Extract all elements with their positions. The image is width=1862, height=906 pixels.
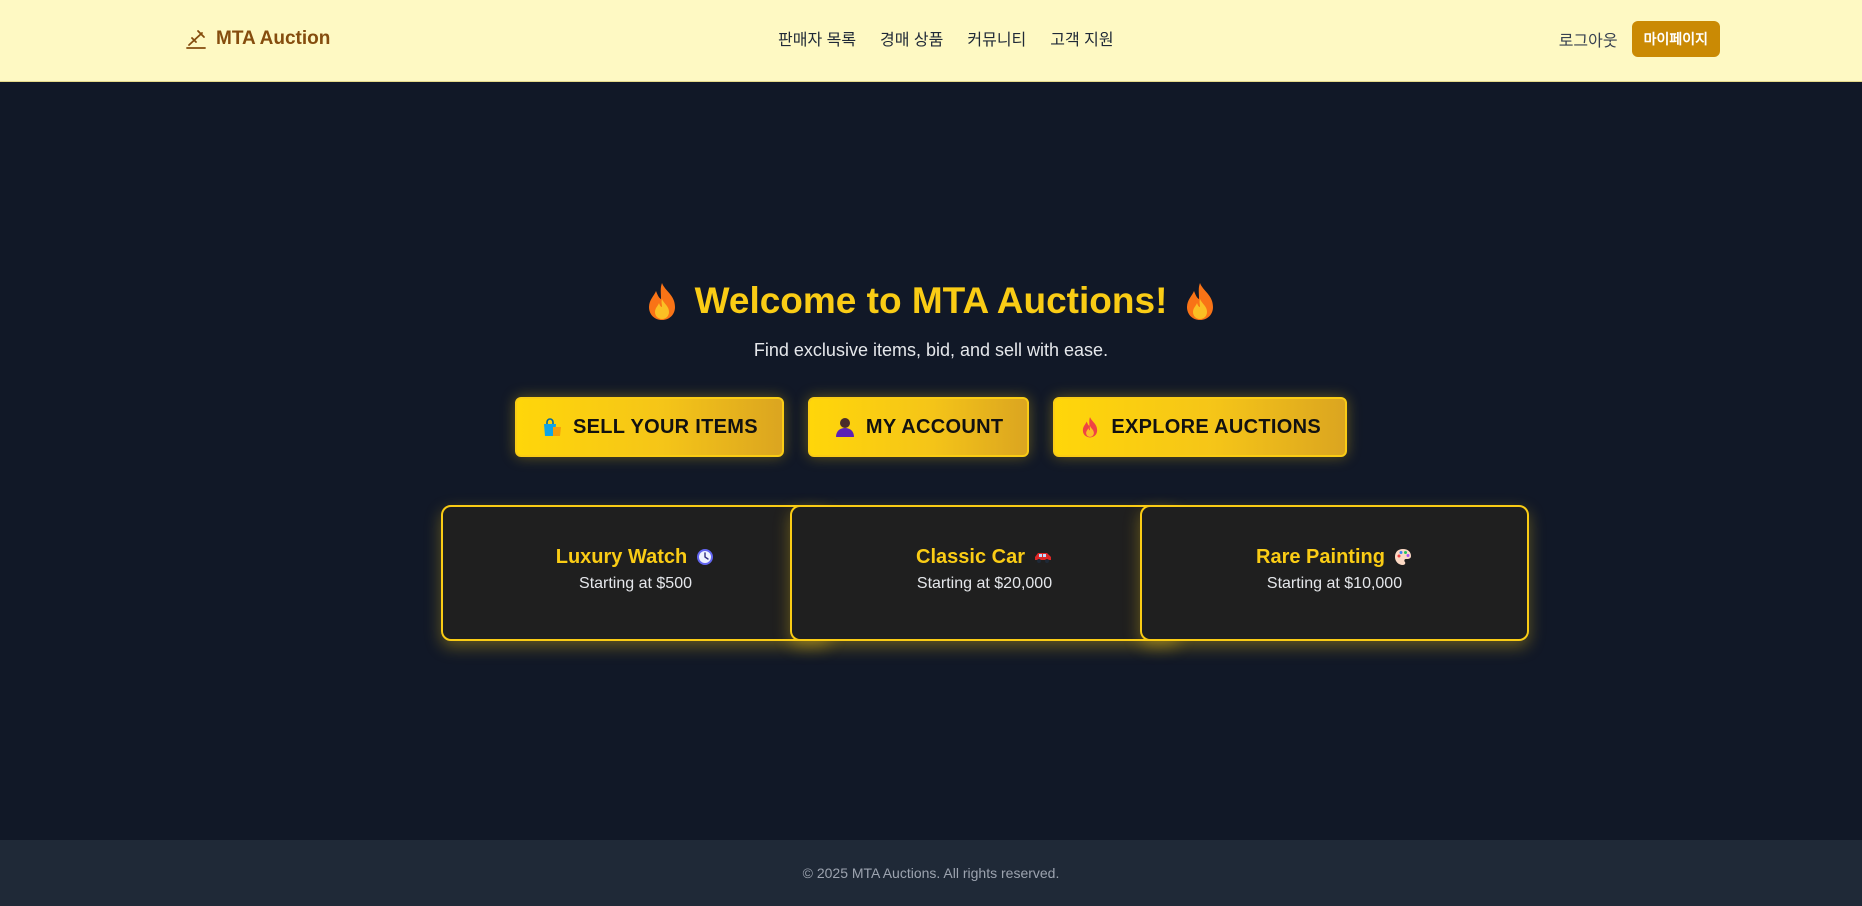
watch-icon	[697, 549, 714, 565]
fire-icon	[1187, 283, 1214, 320]
my-account-label: MY ACCOUNT	[865, 415, 1004, 438]
item-card-title: Luxury Watch	[556, 546, 716, 569]
logout-link[interactable]: 로그아웃	[1553, 27, 1624, 51]
my-account-button[interactable]: MY ACCOUNT	[807, 397, 1030, 457]
explore-auctions-button[interactable]: EXPLORE AUCTIONS	[1053, 397, 1347, 457]
hero-title: Welcome to MTA Auctions!	[0, 274, 1862, 328]
item-card-title-text: Classic Car	[916, 545, 1025, 568]
footer-copyright: © 2025 MTA Auctions. All rights reserved…	[802, 865, 1060, 881]
shopping-bags-icon	[544, 418, 561, 436]
palette-icon	[1394, 549, 1411, 565]
main-nav: 판매자 목록 경매 상품 커뮤니티 고객 지원	[778, 26, 1114, 50]
nav-link-auction-items[interactable]: 경매 상품	[880, 26, 943, 50]
fire-icon	[1083, 417, 1098, 438]
user-icon	[835, 418, 854, 437]
item-card-title: Rare Painting	[1256, 546, 1413, 569]
item-card-price: Starting at $500	[579, 574, 692, 592]
gavel-icon	[186, 30, 206, 49]
item-card-classic-car[interactable]: Classic Car Starting at $20,000	[790, 505, 1179, 641]
brand-name: MTA Auction	[216, 28, 331, 49]
fire-icon	[648, 283, 675, 320]
item-card-rare-painting[interactable]: Rare Painting Starting at $10,000	[1140, 505, 1529, 641]
explore-auctions-label: EXPLORE AUCTIONS	[1111, 415, 1321, 438]
hero-title-text: Welcome to MTA Auctions!	[694, 280, 1168, 321]
featured-items: Luxury Watch Starting at $500 Classic Ca…	[441, 505, 1530, 641]
sell-your-items-button[interactable]: SELL YOUR ITEMS	[515, 397, 784, 457]
brand-logo-link[interactable]: MTA Auction	[184, 26, 330, 52]
item-card-title: Classic Car	[916, 546, 1053, 569]
nav-link-community[interactable]: 커뮤니티	[967, 26, 1026, 50]
sell-your-items-label: SELL YOUR ITEMS	[573, 415, 758, 438]
item-card-price: Starting at $20,000	[916, 574, 1053, 592]
cta-button-row: SELL YOUR ITEMS MY ACCOUNT EXPLORE AUCTI…	[0, 397, 1862, 457]
nav-link-support[interactable]: 고객 지원	[1050, 26, 1113, 50]
nav-account-actions: 로그아웃 마이페이지	[1553, 21, 1720, 57]
nav-link-sellers[interactable]: 판매자 목록	[778, 26, 856, 50]
item-card-luxury-watch[interactable]: Luxury Watch Starting at $500	[441, 505, 830, 641]
hero-subtitle: Find exclusive items, bid, and sell with…	[753, 340, 1109, 360]
car-icon	[1034, 553, 1051, 563]
item-card-price: Starting at $10,000	[1266, 574, 1403, 592]
navbar: MTA Auction 판매자 목록 경매 상품 커뮤니티 고객 지원 로그아웃…	[0, 0, 1862, 82]
item-card-title-text: Rare Painting	[1256, 545, 1385, 568]
mypage-button[interactable]: 마이페이지	[1631, 21, 1720, 57]
footer: © 2025 MTA Auctions. All rights reserved…	[0, 840, 1862, 906]
item-card-title-text: Luxury Watch	[555, 545, 688, 568]
